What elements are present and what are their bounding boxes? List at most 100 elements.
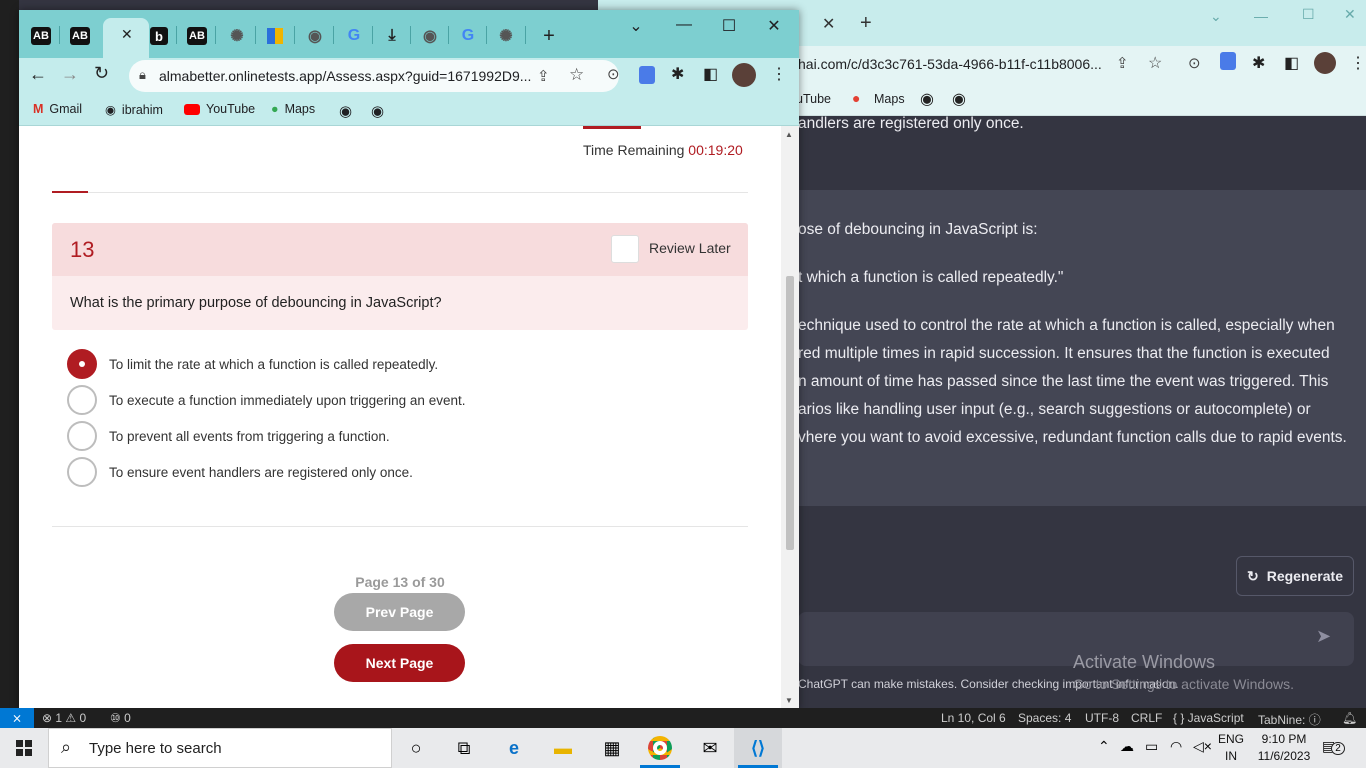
bell-icon[interactable]: 🔔︎: [1342, 711, 1357, 725]
scrollbar-thumb[interactable]: [786, 276, 794, 550]
forward-icon[interactable]: →: [61, 64, 79, 85]
radio-button-selected[interactable]: [67, 349, 97, 379]
radio-button[interactable]: [67, 457, 97, 487]
chatgpt-tab-icon[interactable]: ✺: [494, 24, 518, 48]
tab-close-icon[interactable]: ✕: [121, 26, 133, 43]
minimize-icon[interactable]: —: [669, 16, 699, 34]
cortana-icon[interactable]: ○: [402, 734, 430, 762]
wifi-icon[interactable]: ◠: [1170, 738, 1182, 755]
avatar[interactable]: [732, 63, 756, 87]
clock[interactable]: 9:10 PM 11/6/2023: [1254, 732, 1314, 763]
star-icon[interactable]: ☆: [1148, 53, 1162, 73]
bookmark-maps[interactable]: Maps: [874, 92, 905, 106]
tab-app[interactable]: [263, 24, 287, 48]
option-label[interactable]: To execute a function immediately upon t…: [109, 393, 465, 408]
notification-icon[interactable]: ▤2: [1322, 738, 1345, 755]
new-tab-icon[interactable]: +: [860, 12, 872, 35]
translate-icon[interactable]: [639, 66, 655, 84]
globe-icon[interactable]: ◉: [303, 24, 327, 48]
scrollbar[interactable]: ▲ ▼: [781, 126, 799, 710]
answer-option[interactable]: To prevent all events from triggering a …: [67, 420, 667, 452]
scroll-down-icon[interactable]: ▼: [785, 696, 793, 705]
ports-indicator[interactable]: ⑩ 0: [110, 711, 131, 725]
share-icon[interactable]: ⇪: [537, 67, 550, 85]
google-icon[interactable]: G: [456, 24, 480, 48]
tab-close-icon[interactable]: ✕: [822, 14, 835, 34]
close-window-icon[interactable]: ✕: [759, 16, 789, 36]
taskbar-search[interactable]: ⌕ Type here to search: [48, 728, 392, 768]
sidepanel-icon[interactable]: ◧: [703, 64, 718, 84]
radio-button[interactable]: [67, 421, 97, 451]
problems-indicator[interactable]: ⊗ 1 ⚠ 0: [42, 711, 86, 725]
remote-icon[interactable]: ⨯: [0, 708, 34, 728]
bookmark-globe[interactable]: ◉: [371, 102, 384, 120]
start-button[interactable]: [0, 728, 48, 768]
bookmark-maps[interactable]: ● Maps: [271, 102, 315, 116]
store-icon[interactable]: ▦: [598, 734, 626, 762]
send-icon[interactable]: ➤: [1316, 626, 1331, 647]
bookmark-youtube[interactable]: uTube: [796, 92, 831, 106]
chatgpt-tab-icon[interactable]: ✺: [225, 24, 249, 48]
chrome-icon[interactable]: [646, 734, 674, 762]
option-label[interactable]: To limit the rate at which a function is…: [109, 357, 438, 372]
language-mode[interactable]: { } JavaScript: [1173, 711, 1244, 725]
scroll-up-icon[interactable]: ▲: [785, 130, 793, 139]
sidepanel-icon[interactable]: ◧: [1284, 53, 1299, 73]
maximize-icon[interactable]: ☐: [714, 16, 744, 36]
new-tab-icon[interactable]: +: [537, 24, 561, 48]
chevron-up-icon[interactable]: ⌃: [1098, 738, 1110, 755]
omnibox[interactable]: 🔒︎ almabetter.onlinetests.app/Assess.asp…: [129, 60, 619, 92]
close-window-icon[interactable]: ✕: [1344, 6, 1356, 23]
tab-almabetter[interactable]: AB: [185, 24, 209, 48]
tab-bing[interactable]: b: [147, 24, 171, 48]
puzzle-icon[interactable]: ✱: [1252, 53, 1265, 73]
tabnine-status[interactable]: TabNine: ⓘ: [1258, 711, 1321, 728]
network-icon[interactable]: ☁: [1120, 738, 1134, 755]
background-url[interactable]: hai.com/c/d3c3c761-53da-4966-b11f-c11b80…: [798, 56, 1102, 72]
line-ending[interactable]: CRLF: [1131, 711, 1162, 725]
globe-icon[interactable]: ◉: [920, 89, 934, 109]
url-text[interactable]: almabetter.onlinetests.app/Assess.aspx?g…: [159, 68, 531, 84]
chevron-down-icon[interactable]: ⌄: [1210, 8, 1222, 25]
edge-icon[interactable]: e: [500, 734, 528, 762]
answer-option[interactable]: To execute a function immediately upon t…: [67, 384, 667, 416]
review-later-label[interactable]: Review Later: [649, 240, 731, 256]
answer-option[interactable]: To ensure event handlers are registered …: [67, 456, 667, 488]
chevron-down-icon[interactable]: ⌄: [621, 16, 651, 36]
encoding[interactable]: UTF-8: [1085, 711, 1119, 725]
share-icon[interactable]: ⇪: [1116, 54, 1129, 72]
battery-icon[interactable]: ▭: [1145, 738, 1158, 755]
globe-icon[interactable]: ◉: [418, 24, 442, 48]
menu-icon[interactable]: ⋮: [1350, 53, 1366, 73]
back-icon[interactable]: ←: [29, 64, 47, 85]
answer-option[interactable]: To limit the rate at which a function is…: [67, 348, 667, 380]
bookmark-gmail[interactable]: M Gmail: [33, 102, 82, 116]
review-later-checkbox[interactable]: [611, 235, 639, 263]
tab-almabetter[interactable]: AB: [29, 24, 53, 48]
google-icon[interactable]: G: [342, 24, 366, 48]
indentation[interactable]: Spaces: 4: [1018, 711, 1071, 725]
volume-icon[interactable]: ◁×: [1193, 738, 1212, 755]
star-icon[interactable]: ☆: [569, 65, 584, 85]
search-placeholder[interactable]: Type here to search: [89, 740, 222, 757]
cursor-position[interactable]: Ln 10, Col 6: [941, 711, 1006, 725]
puzzle-icon[interactable]: ✱: [671, 64, 684, 84]
globe-icon[interactable]: ◉: [952, 89, 966, 109]
maximize-icon[interactable]: ☐: [1302, 6, 1315, 23]
avatar[interactable]: [1314, 52, 1336, 74]
extension-icon[interactable]: ⊙: [1188, 54, 1201, 72]
option-label[interactable]: To prevent all events from triggering a …: [109, 429, 390, 444]
vscode-icon[interactable]: ⟨⟩: [744, 734, 772, 762]
translate-icon[interactable]: [1220, 52, 1236, 70]
bookmark-globe[interactable]: ◉: [339, 102, 352, 120]
regenerate-button[interactable]: ↻ Regenerate: [1236, 556, 1354, 596]
download-icon[interactable]: ⤓: [380, 24, 404, 48]
minimize-icon[interactable]: —: [1254, 8, 1268, 24]
mail-icon[interactable]: ✉: [696, 734, 724, 762]
menu-icon[interactable]: ⋮: [771, 64, 787, 84]
bookmark-youtube[interactable]: YouTube: [184, 102, 255, 116]
radio-button[interactable]: [67, 385, 97, 415]
file-explorer-icon[interactable]: ▬: [549, 734, 577, 762]
language-indicator[interactable]: ENG IN: [1218, 732, 1244, 763]
reload-icon[interactable]: ↻: [94, 63, 109, 84]
